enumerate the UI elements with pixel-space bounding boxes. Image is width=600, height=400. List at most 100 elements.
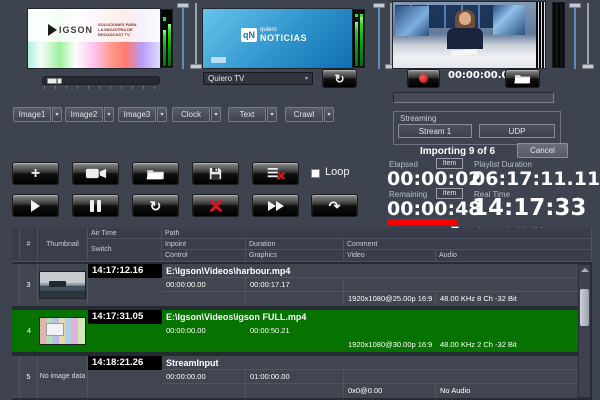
playlist-row[interactable]: 3 14:17:12.16 E:\Igson\Videos\harbour.mp… [12, 264, 578, 306]
slider-handle[interactable] [582, 64, 594, 69]
overlay-button-image1[interactable]: Image1 ▾ [13, 107, 62, 122]
slider-track [587, 3, 589, 69]
chevron-down-icon: ▾ [305, 75, 308, 82]
play-button[interactable] [12, 194, 59, 217]
clear-playlist-button[interactable] [252, 162, 299, 185]
chevron-down-icon[interactable]: ▾ [324, 107, 334, 122]
monitor-preview: IGSON SOLUCIONES PARA LA INDUSTRIA DE BR… [28, 9, 160, 68]
playlist-table: # Thumbnail Air Time Path Switch Inpoint… [12, 228, 592, 400]
slider-handle[interactable] [190, 64, 202, 69]
meter-peak [360, 14, 363, 17]
meter-bar [560, 4, 563, 66]
overlay-label[interactable]: Image3 [118, 107, 156, 122]
scrollbar-thumb[interactable] [580, 289, 589, 326]
cancel-import-button[interactable]: Cancel [517, 143, 568, 158]
save-icon [209, 167, 222, 180]
meter-peak [355, 14, 358, 17]
record-folder-button[interactable] [505, 69, 540, 88]
slider-track [378, 3, 380, 69]
chevron-down-icon[interactable]: ▾ [104, 107, 114, 122]
stop-button[interactable] [192, 194, 239, 217]
overlay-label[interactable]: Image2 [65, 107, 103, 122]
chevron-down-icon[interactable]: ▾ [211, 107, 221, 122]
duration-cell: 00:00:50.21 [246, 324, 344, 338]
balance-slider-input[interactable] [582, 3, 594, 69]
record-button[interactable] [407, 69, 440, 88]
audio-cell: 48.00 KHz 8 Ch -32 Bit [436, 292, 578, 306]
overlay-button-image2[interactable]: Image2 ▾ [65, 107, 114, 122]
quiero-noticias-logo: qN quiero NOTICIAS [241, 27, 307, 43]
reload-icon: ↻ [150, 199, 162, 213]
volume-slider-program[interactable] [373, 3, 385, 69]
overlay-label[interactable]: Text [228, 107, 266, 122]
monitor-program: qN quiero NOTICIAS [203, 9, 352, 68]
path-cell: E:\Igson\Videos\harbour.mp4 [162, 264, 578, 278]
playlist-row[interactable]: 5 No image data 14:18:21.26 StreamInput … [12, 356, 578, 398]
udp-button[interactable]: UDP [479, 124, 555, 138]
slider-handle[interactable] [569, 3, 581, 8]
thumbnail-image [39, 271, 86, 299]
chevron-down-icon[interactable]: ▾ [52, 107, 62, 122]
overlay-label[interactable]: Clock [172, 107, 210, 122]
volume-slider-preview[interactable] [177, 3, 189, 69]
loop-checkbox[interactable] [311, 169, 320, 178]
overlay-label[interactable]: Crawl [285, 107, 323, 122]
row-number: 3 [20, 264, 38, 306]
header-audio: Audio [436, 250, 592, 262]
slider-handle[interactable] [373, 3, 385, 8]
program-bug-badge [211, 57, 226, 63]
delete-list-icon [266, 167, 286, 180]
open-playlist-button[interactable] [132, 162, 179, 185]
slider-handle[interactable] [177, 3, 189, 8]
overlay-button-clock[interactable]: Clock ▾ [172, 107, 221, 122]
balance-slider-preview[interactable] [190, 3, 202, 69]
repeat-button[interactable]: ↻ [132, 194, 179, 217]
capture-button[interactable] [72, 162, 119, 185]
header-duration: Duration [246, 239, 344, 250]
overlay-button-image3[interactable]: Image3 ▾ [118, 107, 167, 122]
next-button[interactable] [252, 194, 299, 217]
seek-handle[interactable] [47, 78, 57, 84]
scroll-up-icon[interactable] [581, 268, 589, 272]
save-playlist-button[interactable] [192, 162, 239, 185]
record-icon [419, 74, 428, 83]
stream1-button[interactable]: Stream 1 [398, 124, 472, 138]
remaining-progress-bar [387, 219, 457, 225]
slider-track [195, 3, 197, 69]
playout-app-window: IGSON SOLUCIONES PARA LA INDUSTRIA DE BR… [0, 0, 600, 400]
import-status: Importing 9 of 6 [420, 146, 495, 157]
remaining-value: 00:00:48 [387, 198, 482, 220]
overlay-label[interactable]: Image1 [13, 107, 51, 122]
red-x-icon [209, 199, 223, 213]
chevron-down-icon[interactable]: ▾ [267, 107, 277, 122]
meter-bar [355, 22, 358, 66]
playlist-scrollbar[interactable] [578, 264, 591, 398]
return-button[interactable]: ↷ [311, 194, 358, 217]
add-item-button[interactable]: + [12, 162, 59, 185]
play-icon [31, 200, 40, 212]
overlay-button-text[interactable]: Text ▾ [228, 107, 277, 122]
control-cell [162, 292, 246, 306]
qn-logo-box: qN [241, 28, 257, 42]
channel-select-dropdown[interactable]: Quiero TV ▾ [203, 72, 313, 85]
volume-slider-input[interactable] [569, 3, 581, 69]
refresh-channel-button[interactable]: ↻ [322, 69, 357, 88]
anchor-face [459, 12, 471, 25]
slider-track [390, 3, 392, 69]
overlay-button-crawl[interactable]: Crawl ▾ [285, 107, 334, 122]
playlist-duration-value: 06:17:11.11 [472, 168, 600, 190]
elapsed-value: 00:00:02 [387, 168, 482, 190]
loop-label: Loop [325, 166, 349, 178]
video-cell: 0x0@0.00 [344, 384, 436, 398]
pause-button[interactable] [72, 194, 119, 217]
row-number: 5 [20, 356, 38, 398]
folder-icon [146, 168, 165, 180]
path-cell: E:\Igson\Videos\igson FULL.mp4 [162, 310, 578, 324]
preview-seek-bar[interactable] [42, 76, 160, 85]
record-filename-input[interactable] [393, 92, 554, 103]
header-switch: Switch [88, 239, 162, 262]
header-comment: Comment [344, 239, 592, 250]
chevron-down-icon[interactable]: ▾ [157, 107, 167, 122]
playlist-row-playing[interactable]: 4 14:17:31.05 E:\Igson\Videos\igson FULL… [12, 310, 578, 352]
seek-marker [57, 78, 62, 84]
